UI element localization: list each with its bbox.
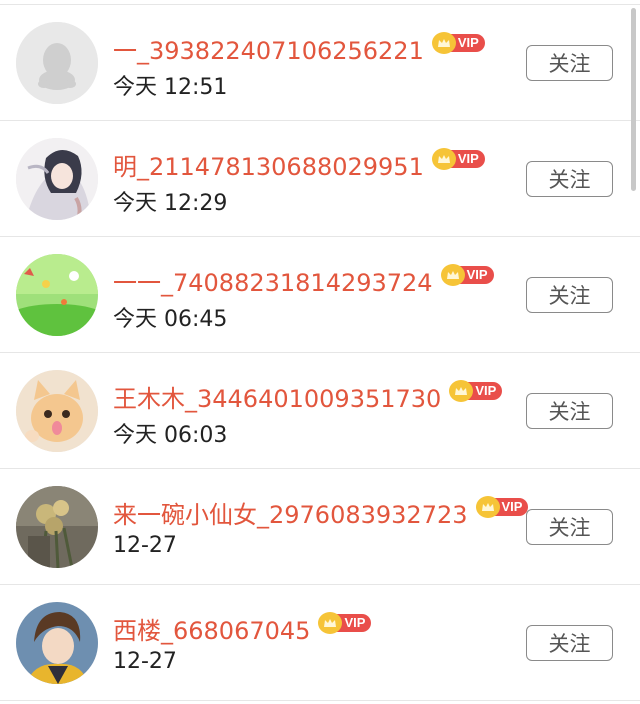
user-name[interactable]: 一_393822407106256221 [113, 31, 424, 66]
name-line: 一一_74088231814293724 VIP [113, 259, 494, 301]
avatar[interactable] [16, 602, 98, 684]
name-line: 明_211478130688029951 VIP [113, 143, 485, 185]
follow-button[interactable]: 关注 [526, 277, 613, 313]
follow-button[interactable]: 关注 [526, 509, 613, 545]
timestamp: 12-27 [113, 533, 177, 558]
list-item[interactable]: 一_393822407106256221 VIP 今天 12:51 关注 [0, 5, 640, 121]
timestamp: 今天 12:51 [113, 75, 228, 100]
vip-badge: VIP [475, 496, 529, 518]
vip-badge: VIP [449, 380, 503, 402]
crown-icon [431, 148, 456, 170]
avatar[interactable] [16, 370, 98, 452]
anime-boy-avatar-icon [16, 602, 98, 684]
timestamp: 今天 06:03 [113, 423, 228, 448]
green-landscape-avatar-icon [16, 254, 98, 336]
user-name[interactable]: 明_211478130688029951 [113, 147, 424, 182]
timestamp: 今天 06:45 [113, 307, 228, 332]
flowers-avatar-icon [16, 486, 98, 568]
avatar[interactable] [16, 138, 98, 220]
follow-button[interactable]: 关注 [526, 45, 613, 81]
user-name[interactable]: 来一碗小仙女_2976083932723 [113, 495, 468, 530]
follower-list: 一_393822407106256221 VIP 今天 12:51 关注 明_2… [0, 5, 640, 701]
avatar[interactable] [16, 22, 98, 104]
crown-icon [440, 264, 465, 286]
timestamp: 今天 12:29 [113, 191, 228, 216]
scrollbar[interactable] [631, 8, 636, 191]
vip-badge: VIP [440, 264, 494, 286]
list-item[interactable]: 来一碗小仙女_2976083932723 VIP 12-27 关注 [0, 469, 640, 585]
user-name[interactable]: 一一_74088231814293724 [113, 263, 433, 298]
list-item[interactable]: 明_211478130688029951 VIP 今天 12:29 关注 [0, 121, 640, 237]
timestamp: 12-27 [113, 649, 177, 674]
list-item[interactable]: 王木木_3446401009351730 VIP 今天 06:03 关注 [0, 353, 640, 469]
crown-icon [431, 32, 456, 54]
cat-avatar-icon [16, 370, 98, 452]
user-name[interactable]: 西楼_668067045 [113, 611, 310, 646]
vip-badge: VIP [318, 612, 372, 634]
vip-badge: VIP [431, 32, 485, 54]
follow-button[interactable]: 关注 [526, 393, 613, 429]
name-line: 西楼_668067045 VIP [113, 607, 372, 649]
user-name[interactable]: 王木木_3446401009351730 [113, 379, 441, 414]
name-line: 一_393822407106256221 VIP [113, 27, 485, 69]
name-line: 王木木_3446401009351730 VIP [113, 375, 503, 417]
avatar[interactable] [16, 254, 98, 336]
vip-badge: VIP [431, 148, 485, 170]
avatar[interactable] [16, 486, 98, 568]
default-penguin-avatar-icon [16, 22, 98, 104]
crown-icon [475, 496, 500, 518]
list-item[interactable]: 西楼_668067045 VIP 12-27 关注 [0, 585, 640, 701]
name-line: 来一碗小仙女_2976083932723 VIP [113, 491, 529, 533]
list-item[interactable]: 一一_74088231814293724 VIP 今天 06:45 关注 [0, 237, 640, 353]
anime-character-avatar-icon [16, 138, 98, 220]
follow-button[interactable]: 关注 [526, 161, 613, 197]
follow-button[interactable]: 关注 [526, 625, 613, 661]
